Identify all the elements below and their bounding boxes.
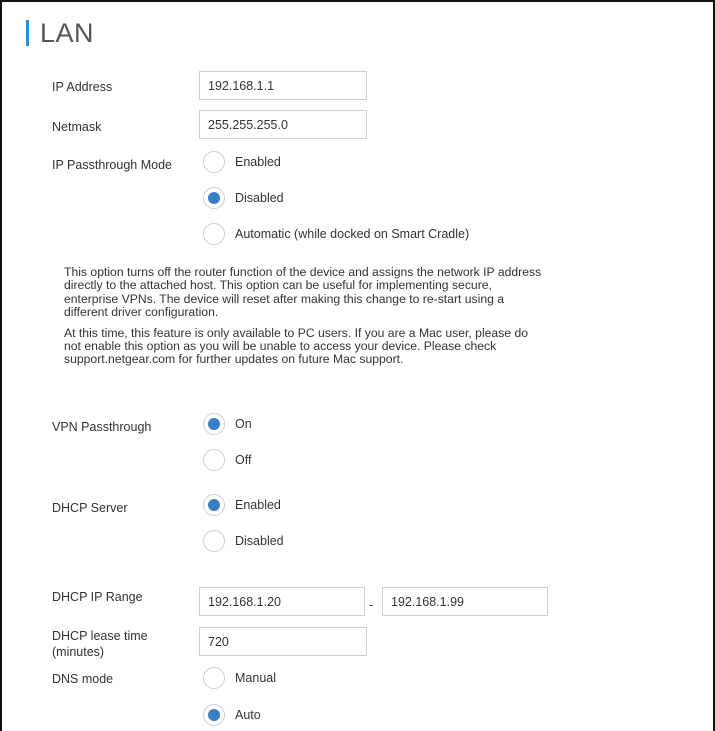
radio-button-selected[interactable] xyxy=(203,187,225,209)
vpn-passthrough-on-option[interactable]: On xyxy=(203,412,252,436)
vpn-passthrough-off-option[interactable]: Off xyxy=(203,448,251,472)
netmask-label: Netmask xyxy=(52,120,102,134)
radio-button-selected[interactable] xyxy=(203,704,225,726)
ip-address-label: IP Address xyxy=(52,80,113,94)
dhcp-range-end-input[interactable] xyxy=(382,587,548,616)
radio-label: Manual xyxy=(235,671,276,685)
range-separator: - xyxy=(369,597,374,612)
radio-label: Automatic (while docked on Smart Cradle) xyxy=(235,227,470,241)
ip-passthrough-enabled-option[interactable]: Enabled xyxy=(203,150,281,174)
radio-label: Auto xyxy=(235,708,261,722)
vpn-passthrough-label: VPN Passthrough xyxy=(52,420,152,434)
support-link[interactable]: support.netgear.com xyxy=(64,352,175,366)
radio-label: Enabled xyxy=(235,498,281,512)
dns-mode-auto-option[interactable]: Auto xyxy=(203,703,261,727)
radio-button[interactable] xyxy=(203,449,225,471)
netmask-input[interactable] xyxy=(199,110,367,139)
section-accent-bar xyxy=(26,20,29,46)
dhcp-lease-label: DHCP lease time (minutes) xyxy=(52,629,148,659)
info-paragraph-2: At this time, this feature is only avail… xyxy=(64,325,529,367)
dhcp-server-disabled-option[interactable]: Disabled xyxy=(203,529,284,553)
radio-button[interactable] xyxy=(203,223,225,245)
dhcp-range-label: DHCP IP Range xyxy=(52,590,143,604)
passthrough-info-text: This option turns off the router functio… xyxy=(64,265,544,374)
info-paragraph-1: This option turns off the router functio… xyxy=(64,265,542,320)
radio-button[interactable] xyxy=(203,151,225,173)
radio-button[interactable] xyxy=(203,667,225,689)
dhcp-range-start-input[interactable] xyxy=(199,587,365,616)
dns-mode-manual-option[interactable]: Manual xyxy=(203,666,276,690)
dhcp-server-label: DHCP Server xyxy=(52,501,128,515)
radio-button-selected[interactable] xyxy=(203,494,225,516)
radio-button-selected[interactable] xyxy=(203,413,225,435)
ip-address-input[interactable] xyxy=(199,71,367,100)
dhcp-lease-input[interactable] xyxy=(199,627,367,656)
radio-label: Enabled xyxy=(235,155,281,169)
radio-label: Disabled xyxy=(235,191,284,205)
radio-label: Disabled xyxy=(235,534,284,548)
dns-mode-label: DNS mode xyxy=(52,672,114,686)
radio-label: Off xyxy=(235,453,252,467)
ip-passthrough-disabled-option[interactable]: Disabled xyxy=(203,186,284,210)
ip-passthrough-label: IP Passthrough Mode xyxy=(52,158,172,172)
radio-label: On xyxy=(235,417,252,431)
ip-passthrough-automatic-option[interactable]: Automatic (while docked on Smart Cradle) xyxy=(203,222,469,246)
section-title: LAN xyxy=(40,18,95,48)
dhcp-server-enabled-option[interactable]: Enabled xyxy=(203,493,281,517)
radio-button[interactable] xyxy=(203,530,225,552)
